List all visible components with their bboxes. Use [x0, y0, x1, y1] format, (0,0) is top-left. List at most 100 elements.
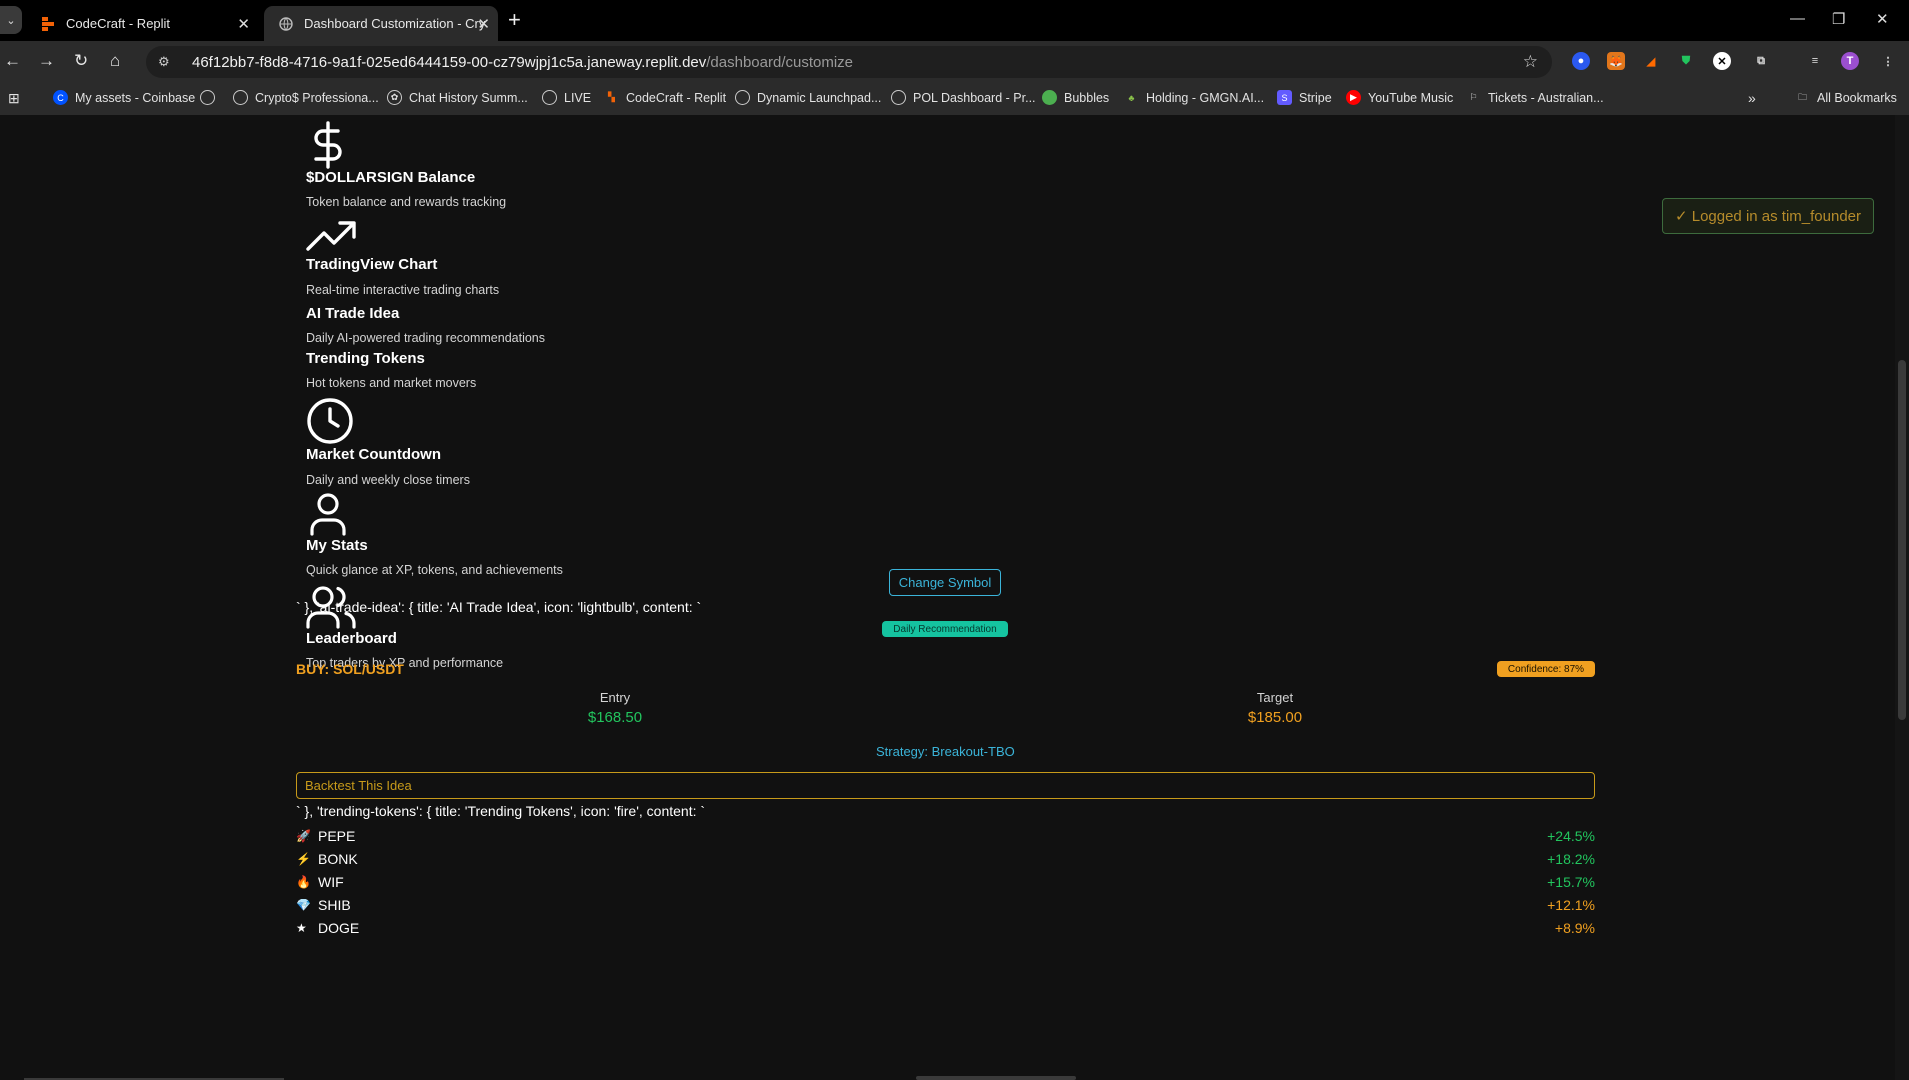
widget-market-countdown[interactable]: Market Countdown Daily and weekly close …	[306, 397, 470, 487]
bookmark-chat-history[interactable]: ✿ Chat History Summ...	[387, 90, 528, 105]
bookmark-pol-dashboard[interactable]: POL Dashboard - Pr...	[891, 90, 1036, 105]
vertical-scrollbar[interactable]	[1895, 115, 1909, 1080]
token-emoji-icon: 💎	[296, 898, 311, 912]
profile-avatar[interactable]: T	[1841, 52, 1859, 70]
all-bookmarks[interactable]: 🗀 All Bookmarks	[1795, 90, 1897, 105]
media-control-icon[interactable]: ≡	[1806, 52, 1824, 70]
home-icon[interactable]: ⌂	[110, 51, 120, 71]
widget-title: $DOLLARSIGN Balance	[306, 169, 476, 186]
change-symbol-button[interactable]: Change Symbol	[889, 569, 1001, 596]
backtest-idea-button[interactable]: Backtest This Idea	[296, 772, 1595, 799]
widget-title: My Stats	[306, 537, 368, 554]
tab-title: Dashboard Customization - Cry	[304, 16, 486, 31]
extension-blue-icon[interactable]: ●	[1572, 52, 1590, 70]
bookmark-tickets[interactable]: ⚐ Tickets - Australian...	[1466, 90, 1603, 105]
widget-dollarsign-balance[interactable]: $DOLLARSIGN Balance Token balance and re…	[306, 121, 506, 209]
bookmark-codecraft[interactable]: ▚ CodeCraft - Replit	[604, 90, 726, 105]
tab-dashboard-customization[interactable]: Dashboard Customization - Cry ✕	[264, 6, 498, 41]
entry-value: $168.50	[587, 709, 643, 726]
stripe-icon: S	[1277, 90, 1292, 105]
token-change: +12.1%	[1547, 897, 1595, 913]
forward-icon[interactable]: →	[38, 51, 55, 71]
widget-title: Trending Tokens	[306, 350, 425, 367]
bookmark-gmgn[interactable]: ♣ Holding - GMGN.AI...	[1124, 90, 1265, 105]
url-host: 46f12bb7-f8d8-4716-9a1f-025ed6444159-00-…	[192, 53, 707, 71]
token-row[interactable]: ★ DOGE +8.9%	[296, 917, 1595, 939]
tab-strip: ⌄ CodeCraft - Replit ✕ Dashboard Customi…	[0, 0, 1909, 41]
close-tab-icon[interactable]: ✕	[237, 15, 250, 33]
bookmark-crypto-professional[interactable]: Crypto$ Professiona...	[233, 90, 379, 105]
scrollbar-thumb[interactable]	[1898, 360, 1906, 720]
menu-kebab-icon[interactable]: ⋮	[1879, 52, 1897, 70]
widget-leaderboard[interactable]: Leaderboard Top traders by XP and perfor…	[306, 585, 503, 670]
restore-icon[interactable]: ❐	[1832, 10, 1845, 28]
widget-description: Quick glance at XP, tokens, and achievem…	[306, 563, 563, 577]
widget-title: AI Trade Idea	[306, 305, 400, 322]
token-emoji-icon: ⚡	[296, 852, 311, 866]
tab-search-button[interactable]: ⌄	[0, 6, 22, 34]
widget-description: Real-time interactive trading charts	[306, 283, 500, 297]
token-name: BONK	[318, 851, 358, 867]
shield-icon[interactable]: ⛊	[1677, 52, 1695, 70]
minimize-icon[interactable]: —	[1790, 10, 1805, 27]
bookmark-globe[interactable]	[200, 90, 222, 105]
globe-icon	[278, 16, 294, 32]
address-bar[interactable]: ⚙ 46f12bb7-f8d8-4716-9a1f-025ed6444159-0…	[146, 46, 1552, 78]
puzzle-icon[interactable]: ⧉	[1752, 52, 1770, 70]
tickets-icon: ⚐	[1469, 92, 1478, 102]
token-row[interactable]: 💎 SHIB +12.1%	[296, 894, 1595, 916]
globe-icon	[735, 90, 750, 105]
token-emoji-icon: 🚀	[296, 829, 311, 843]
globe-icon	[542, 90, 557, 105]
site-info-icon[interactable]: ⚙	[158, 54, 174, 70]
token-change: +8.9%	[1554, 920, 1595, 936]
bookmark-bubbles[interactable]: Bubbles	[1042, 90, 1109, 105]
target-label: Target	[1256, 690, 1294, 705]
bookmark-star-icon[interactable]: ☆	[1523, 52, 1538, 72]
replit-icon: ▚	[608, 92, 615, 102]
bookmark-stripe[interactable]: S Stripe	[1277, 90, 1332, 105]
bookmark-live[interactable]: LIVE	[542, 90, 591, 105]
apps-grid-icon[interactable]: ⊞	[8, 90, 20, 107]
gmgn-icon: ♣	[1128, 92, 1135, 103]
bookmark-dynamic-launchpad[interactable]: Dynamic Launchpad...	[735, 90, 881, 105]
token-emoji-icon: 🔥	[296, 875, 311, 889]
bookmark-youtube-music[interactable]: ▶ YouTube Music	[1346, 90, 1453, 105]
widget-title: TradingView Chart	[306, 256, 438, 273]
horizontal-scrollbar[interactable]	[916, 1076, 1076, 1080]
tab-title: CodeCraft - Replit	[66, 16, 171, 31]
globe-icon	[200, 90, 215, 105]
token-row[interactable]: 🔥 WIF +15.7%	[296, 871, 1595, 893]
token-name: WIF	[318, 874, 344, 890]
clock-icon	[307, 398, 353, 444]
bubbles-icon	[1042, 90, 1057, 105]
extension-orange-icon[interactable]: ◢	[1642, 52, 1660, 70]
widget-my-stats[interactable]: My Stats Quick glance at XP, tokens, and…	[306, 492, 563, 577]
widget-tradingview-chart[interactable]: TradingView Chart Real-time interactive …	[306, 219, 499, 297]
token-name: DOGE	[318, 920, 360, 936]
metamask-icon[interactable]: 🦊	[1607, 52, 1625, 70]
new-tab-button[interactable]: +	[508, 8, 521, 32]
widget-description: Daily AI-powered trading recommendations	[306, 331, 546, 345]
close-tab-icon[interactable]: ✕	[477, 15, 490, 33]
url-path: /dashboard/customize	[706, 53, 854, 71]
close-window-icon[interactable]: ✕	[1876, 10, 1889, 28]
widget-trending-tokens[interactable]: Trending Tokens Hot tokens and market mo…	[306, 350, 476, 390]
bookmark-coinbase[interactable]: C My assets - Coinbase	[53, 90, 195, 105]
widget-title: Market Countdown	[306, 446, 441, 463]
raw-code-trending-tokens: ` }, 'trending-tokens': { title: 'Trendi…	[296, 803, 706, 819]
confidence-badge: Confidence: 87%	[1497, 661, 1595, 677]
tab-codecraft[interactable]: CodeCraft - Replit ✕	[26, 6, 258, 41]
reload-icon[interactable]: ↻	[74, 51, 88, 71]
x-extension-icon[interactable]: ✕	[1713, 52, 1731, 70]
globe-icon	[891, 90, 906, 105]
widget-ai-trade-idea[interactable]: AI Trade Idea Daily AI-powered trading r…	[306, 305, 545, 345]
token-change: +15.7%	[1547, 874, 1595, 890]
target-value: $185.00	[1247, 709, 1303, 726]
trade-pair: BUY: SOL/USDT	[296, 661, 404, 677]
entry-stat: Entry $168.50	[565, 690, 665, 726]
token-row[interactable]: 🚀 PEPE +24.5%	[296, 825, 1595, 847]
back-icon[interactable]: ←	[4, 51, 21, 71]
token-row[interactable]: ⚡ BONK +18.2%	[296, 848, 1595, 870]
more-bookmarks-icon[interactable]: »	[1748, 90, 1756, 106]
